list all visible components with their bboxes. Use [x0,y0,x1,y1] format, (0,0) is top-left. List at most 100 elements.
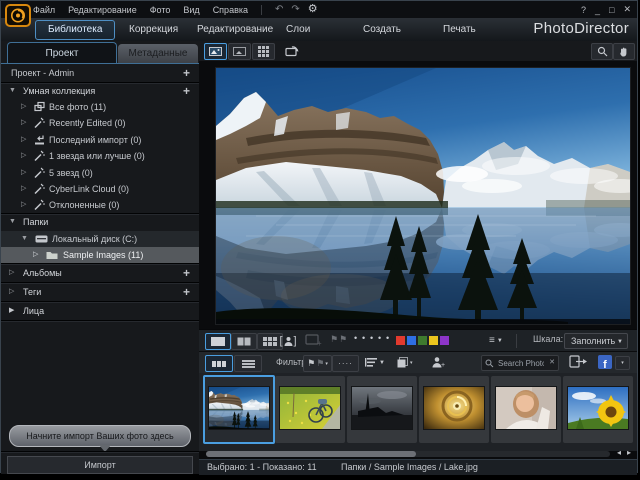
stack-photos-button[interactable]: ▾ [397,355,419,370]
scrollbar-thumb[interactable] [206,451,416,457]
chevron-down-icon[interactable]: ▼ [21,231,28,247]
minimize-button[interactable]: _ [595,5,600,15]
undo-icon[interactable]: ↶ [275,1,283,18]
faces-header[interactable]: ▶ Лица [1,302,199,320]
viewer-mode-grid-button[interactable] [252,43,275,60]
tab-adjustment[interactable]: Коррекция [129,23,178,37]
tab-print[interactable]: Печать [443,23,476,37]
tags-header[interactable]: ▷ Теги + [1,283,199,301]
menu-help[interactable]: Справка [213,5,248,15]
chevron-right-icon[interactable]: ▷ [21,99,26,115]
thumbnail-spiral-staircase[interactable] [419,376,489,443]
chevron-right-icon[interactable]: ▷ [9,264,14,282]
rating-filter-button[interactable]: ···· [332,355,359,372]
display-options-button[interactable]: ≡ ▼ [489,333,509,348]
tab-layers[interactable]: Слои [286,23,310,37]
search-input[interactable] [496,356,546,371]
add-smart-collection-button[interactable]: + [183,83,190,99]
help-button[interactable]: ? [581,5,586,15]
add-to-collection-button[interactable]: + [305,334,323,347]
folder-row-local-disk[interactable]: ▼ Локальный диск (C:) [1,231,199,247]
rating-dot-2[interactable]: • [362,333,365,343]
sidebar-item-five-stars[interactable]: ▷ 5 звезд (0) [1,165,199,181]
viewer-mode-photo-strip-button[interactable] [228,43,251,60]
add-album-button[interactable]: + [183,264,190,282]
thumbnail-lake[interactable] [203,375,275,444]
share-dropdown-button[interactable]: ▾ [615,356,630,370]
scale-dropdown[interactable]: Заполнить ▼ [564,333,628,349]
face-tag-button[interactable]: [ ] [275,333,301,348]
chevron-right-icon[interactable]: ▷ [9,283,14,301]
sidebar-item-recently-edited[interactable]: ▷ Recently Edited (0) [1,115,199,131]
tab-library[interactable]: Библиотека [35,20,115,40]
tab-edit[interactable]: Редактирование [197,23,273,37]
color-label-purple[interactable] [440,336,449,345]
add-project-button[interactable]: + [183,64,190,82]
import-hint-button[interactable]: Начните импорт Ваших фото здесь [9,425,191,447]
thumbnail-sunflower[interactable] [563,376,633,443]
chevron-right-icon[interactable]: ▷ [21,148,26,164]
close-button[interactable]: ✕ [623,4,631,15]
photo-viewer[interactable] [199,61,637,329]
redo-icon[interactable]: ↷ [291,1,299,18]
filmstrip-thumbnail-view-button[interactable] [205,355,233,372]
smart-collection-header[interactable]: ▼ Умная коллекция + [1,83,199,99]
rating-dot-5[interactable]: • [386,333,389,343]
chevron-right-icon[interactable]: ▷ [21,181,26,197]
chevron-right-icon[interactable]: ▷ [33,247,38,263]
rating-dot-3[interactable]: • [370,333,373,343]
rotate-photo-button[interactable] [281,43,303,58]
flag-pick-icon[interactable]: ⚑ [330,334,338,345]
chevron-down-icon[interactable]: ▼ [9,83,16,99]
albums-header[interactable]: ▷ Альбомы + [1,264,199,282]
scroll-right-icon[interactable]: ▸ [627,448,631,457]
menu-view[interactable]: Вид [183,5,199,15]
thumbnail-dusk-landscape[interactable] [347,376,417,443]
rating-dot-1[interactable]: • [354,333,357,343]
share-facebook-button[interactable]: f [598,355,612,369]
tab-project[interactable]: Проект [7,42,117,64]
tag-face-button[interactable]: + [432,355,448,370]
viewer-mode-photo-button[interactable] [204,43,227,60]
chevron-down-icon[interactable]: ▼ [9,214,16,230]
menu-file[interactable]: Файл [33,5,55,15]
add-tag-button[interactable]: + [183,283,190,301]
color-label-blue[interactable] [407,336,416,345]
filmstrip-scrollbar[interactable] [206,451,610,457]
chevron-right-icon[interactable]: ▷ [21,197,26,213]
pan-tool-button[interactable] [613,43,635,60]
filmstrip-list-view-button[interactable] [234,355,262,372]
tab-create[interactable]: Создать [363,23,401,37]
rating-dot-4[interactable]: • [378,333,381,343]
sidebar-item-last-import[interactable]: ▷ Последний импорт (0) [1,132,199,148]
menu-photo[interactable]: Фото [150,5,171,15]
menu-edit[interactable]: Редактирование [68,5,137,15]
sort-button[interactable]: ▼ [365,355,389,370]
flag-reject-icon[interactable]: ⚑ [339,334,347,345]
photo-lake[interactable] [216,68,630,324]
browse-compare-view-button[interactable] [231,333,257,350]
sidebar-item-all-photos[interactable]: ▷ Все фото (11) [1,99,199,115]
color-label-yellow[interactable] [429,336,438,345]
clear-search-icon[interactable]: ✕ [549,358,555,366]
export-button[interactable] [569,354,591,370]
chevron-right-icon[interactable]: ▷ [21,132,26,148]
tab-metadata[interactable]: Метаданные [118,44,198,63]
scroll-left-icon[interactable]: ◂ [617,448,621,457]
triangle-right-icon[interactable]: ▶ [9,302,14,320]
sidebar-item-rejected[interactable]: ▷ Отклоненные (0) [1,197,199,213]
gear-icon[interactable]: ⚙ [308,1,318,18]
sidebar-item-cyberlink-cloud[interactable]: ▷ CyberLink Cloud (0) [1,181,199,197]
sidebar-item-one-star[interactable]: ▷ 1 звезда или лучше (0) [1,148,199,164]
chevron-right-icon[interactable]: ▷ [21,115,26,131]
chevron-right-icon[interactable]: ▷ [21,165,26,181]
folders-header[interactable]: ▼ Папки [1,214,199,230]
maximize-button[interactable]: □ [609,5,614,15]
color-label-green[interactable] [418,336,427,345]
thumbnail-bicycle-meadow[interactable] [275,376,345,443]
folder-row-sample-images[interactable]: ▷ Sample Images (11) [1,247,199,263]
import-button[interactable]: Импорт [7,456,193,474]
color-label-red[interactable] [396,336,405,345]
thumbnail-woman-portrait[interactable] [491,376,561,443]
browse-single-view-button[interactable] [205,333,231,350]
